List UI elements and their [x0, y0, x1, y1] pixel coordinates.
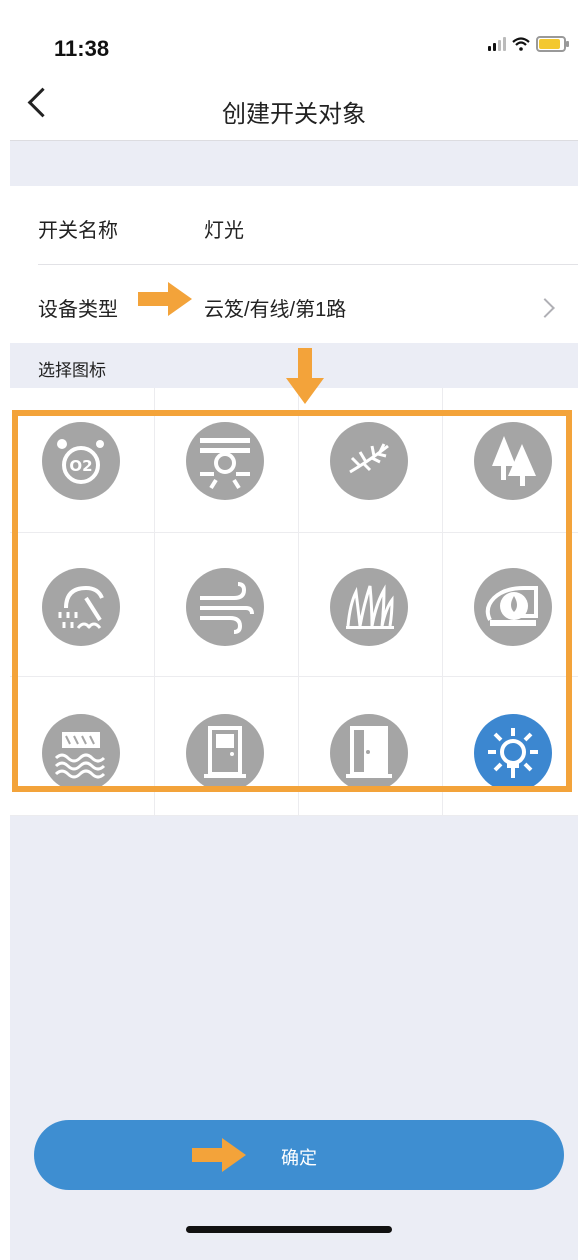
switch-name-label: 开关名称 [38, 220, 118, 242]
grid-line [10, 815, 578, 816]
icon-section-label: 选择图标 [38, 361, 106, 380]
app-screen: 11:38 创建开关对象 开关名称 灯光 设备类型 云笈/有线/第1路 选择图标 [10, 10, 578, 1260]
device-type-value: 云笈/有线/第1路 [204, 299, 347, 321]
confirm-label: 确定 [281, 1148, 317, 1168]
battery-icon [536, 36, 569, 52]
arrow-down-icon [286, 348, 324, 404]
status-icons [488, 36, 569, 52]
switch-name-value: 灯光 [204, 220, 244, 242]
device-type-label: 设备类型 [38, 299, 118, 321]
wifi-icon [512, 37, 530, 51]
nav-divider [10, 140, 578, 141]
confirm-button[interactable]: 确定 [34, 1120, 564, 1190]
status-time: 11:38 [54, 36, 110, 61]
signal-icon [488, 37, 506, 51]
chevron-right-icon [535, 298, 555, 318]
home-indicator [186, 1226, 392, 1233]
arrow-right-icon [138, 282, 192, 316]
switch-name-row[interactable]: 开关名称 灯光 [10, 186, 578, 266]
device-type-row[interactable]: 设备类型 云笈/有线/第1路 [10, 265, 578, 343]
page-title: 创建开关对象 [222, 101, 366, 128]
icon-highlight-frame [12, 410, 572, 792]
